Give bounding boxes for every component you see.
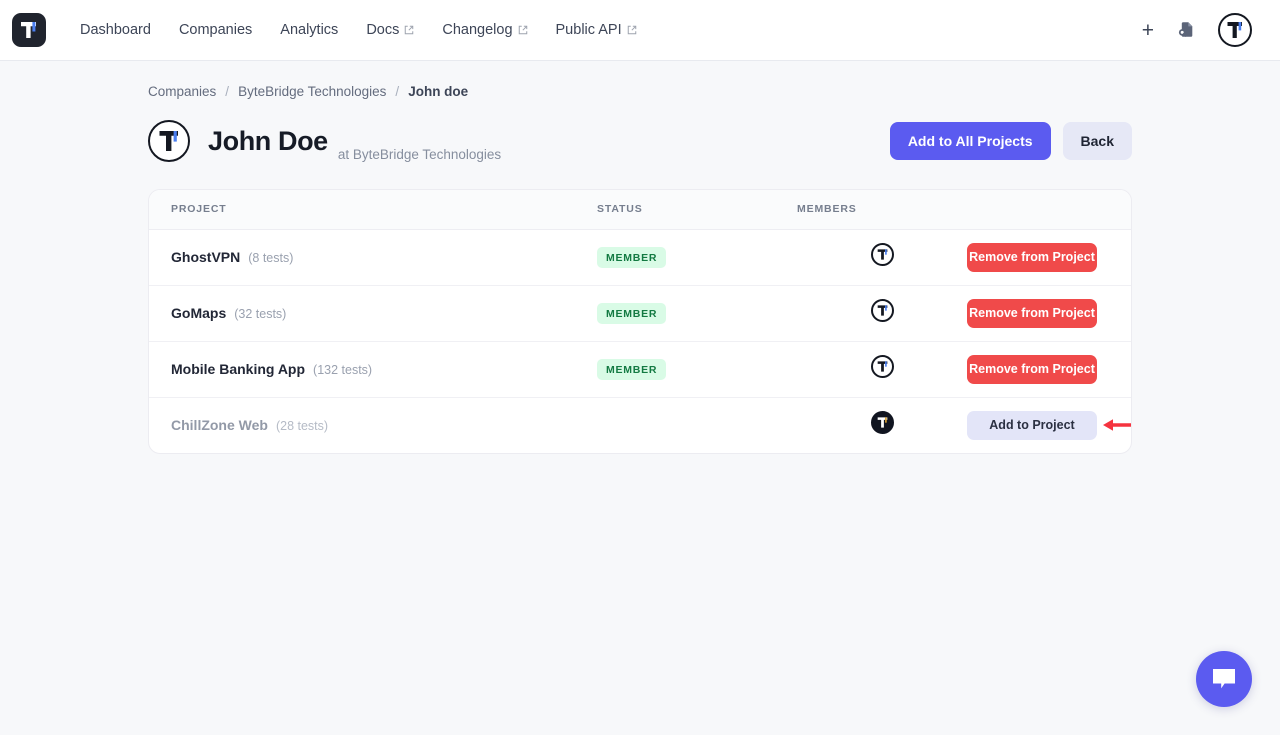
external-link-icon — [627, 25, 637, 35]
column-header-project: PROJECT — [149, 190, 597, 229]
avatar-glyph — [873, 357, 892, 376]
avatar-glyph — [1220, 15, 1250, 45]
table-header-row: PROJECT STATUS MEMBERS — [149, 190, 1131, 229]
project-tests: (28 tests) — [276, 419, 328, 433]
cell-status — [597, 397, 797, 453]
member-avatar-icon — [871, 299, 894, 322]
user-avatar-icon — [148, 120, 190, 162]
breadcrumb: Companies / ByteBridge Technologies / Jo… — [148, 61, 1132, 99]
back-button[interactable]: Back — [1063, 122, 1132, 160]
cell-actions: Remove from Project — [967, 285, 1131, 341]
breadcrumb-separator: / — [225, 84, 229, 99]
add-button[interactable]: + — [1142, 20, 1154, 41]
cell-status: MEMBER — [597, 229, 797, 285]
nav-link-changelog[interactable]: Changelog — [428, 14, 541, 46]
avatar-glyph — [873, 413, 892, 432]
cell-members — [797, 397, 967, 453]
remove-from-project-button[interactable]: Remove from Project — [967, 243, 1097, 272]
cell-status: MEMBER — [597, 341, 797, 397]
t-logo-glyph — [12, 13, 46, 47]
external-link-icon — [404, 25, 414, 35]
column-header-actions — [967, 190, 1131, 229]
nav-link-label: Changelog — [442, 22, 512, 38]
chat-widget-button[interactable] — [1196, 651, 1252, 707]
project-tests: (8 tests) — [248, 251, 293, 265]
avatar-glyph — [873, 245, 892, 264]
cell-members — [797, 341, 967, 397]
table-row[interactable]: Mobile Banking App (132 tests) MEMBER — [149, 341, 1131, 397]
nav-link-docs[interactable]: Docs — [352, 14, 428, 46]
cell-project: GhostVPN (8 tests) — [149, 229, 597, 285]
member-avatar-icon — [871, 355, 894, 378]
table-header: PROJECT STATUS MEMBERS — [149, 190, 1131, 229]
cell-project: GoMaps (32 tests) — [149, 285, 597, 341]
nav-link-label: Analytics — [280, 22, 338, 38]
nav-link-analytics[interactable]: Analytics — [266, 14, 352, 46]
cell-actions: Remove from Project — [967, 341, 1131, 397]
cell-actions: Add to Project — [967, 397, 1131, 453]
nav-link-public-api[interactable]: Public API — [542, 14, 651, 46]
add-to-project-button[interactable]: Add to Project — [967, 411, 1097, 440]
t-logo-icon[interactable] — [12, 13, 46, 47]
status-badge: MEMBER — [597, 247, 666, 268]
breadcrumb-separator: / — [395, 84, 399, 99]
cell-actions: Remove from Project — [967, 229, 1131, 285]
project-name: GhostVPN — [171, 249, 240, 265]
project-name: ChillZone Web — [171, 417, 268, 433]
cell-project: ChillZone Web (28 tests) — [149, 397, 597, 453]
member-avatar-icon — [871, 411, 894, 434]
breadcrumb-item-companies[interactable]: Companies — [148, 84, 216, 99]
project-name: Mobile Banking App — [171, 361, 305, 377]
remove-from-project-button[interactable]: Remove from Project — [967, 355, 1097, 384]
table-row[interactable]: GhostVPN (8 tests) MEMBER — [149, 229, 1131, 285]
page-content: Companies / ByteBridge Technologies / Jo… — [0, 61, 1280, 454]
nav-link-companies[interactable]: Companies — [165, 14, 266, 46]
add-to-all-projects-button[interactable]: Add to All Projects — [890, 122, 1051, 160]
header-actions: Add to All Projects Back — [890, 122, 1132, 160]
remove-from-project-button[interactable]: Remove from Project — [967, 299, 1097, 328]
nav-link-label: Public API — [556, 22, 622, 38]
project-tests: (32 tests) — [234, 307, 286, 321]
primary-nav: Dashboard Companies Analytics Docs Chang… — [66, 14, 651, 46]
column-header-status: STATUS — [597, 190, 797, 229]
chat-bubble-icon — [1211, 667, 1237, 691]
projects-card: PROJECT STATUS MEMBERS GhostVPN (8 tests… — [148, 189, 1132, 454]
table-row[interactable]: ChillZone Web (28 tests) — [149, 397, 1131, 453]
nav-link-label: Dashboard — [80, 22, 151, 38]
status-badge: MEMBER — [597, 303, 666, 324]
avatar-glyph — [873, 301, 892, 320]
member-avatar-icon — [871, 243, 894, 266]
breadcrumb-item-current: John doe — [408, 84, 468, 99]
nav-link-label: Docs — [366, 22, 399, 38]
breadcrumb-item-company[interactable]: ByteBridge Technologies — [238, 84, 386, 99]
cell-members — [797, 285, 967, 341]
status-badge: MEMBER — [597, 359, 666, 380]
nav-link-label: Companies — [179, 22, 252, 38]
table-row[interactable]: GoMaps (32 tests) MEMBER — [149, 285, 1131, 341]
left-arrow-icon — [1101, 417, 1132, 433]
user-avatar-icon[interactable] — [1218, 13, 1252, 47]
page-subtitle: at ByteBridge Technologies — [338, 147, 501, 165]
page-title: John Doe — [208, 126, 328, 157]
project-tests: (132 tests) — [313, 363, 372, 377]
cell-project: Mobile Banking App (132 tests) — [149, 341, 597, 397]
top-navbar: Dashboard Companies Analytics Docs Chang… — [0, 0, 1280, 61]
project-name: GoMaps — [171, 305, 226, 321]
cell-status: MEMBER — [597, 285, 797, 341]
column-header-members: MEMBERS — [797, 190, 967, 229]
external-link-icon — [518, 25, 528, 35]
page-header: John Doe at ByteBridge Technologies Add … — [148, 117, 1132, 165]
nav-link-dashboard[interactable]: Dashboard — [66, 14, 165, 46]
projects-table: PROJECT STATUS MEMBERS GhostVPN (8 tests… — [149, 190, 1131, 453]
navbar-actions: + — [1142, 13, 1264, 47]
avatar-glyph — [150, 122, 188, 160]
document-search-icon[interactable] — [1176, 20, 1196, 40]
table-body: GhostVPN (8 tests) MEMBER — [149, 229, 1131, 453]
cell-members — [797, 229, 967, 285]
